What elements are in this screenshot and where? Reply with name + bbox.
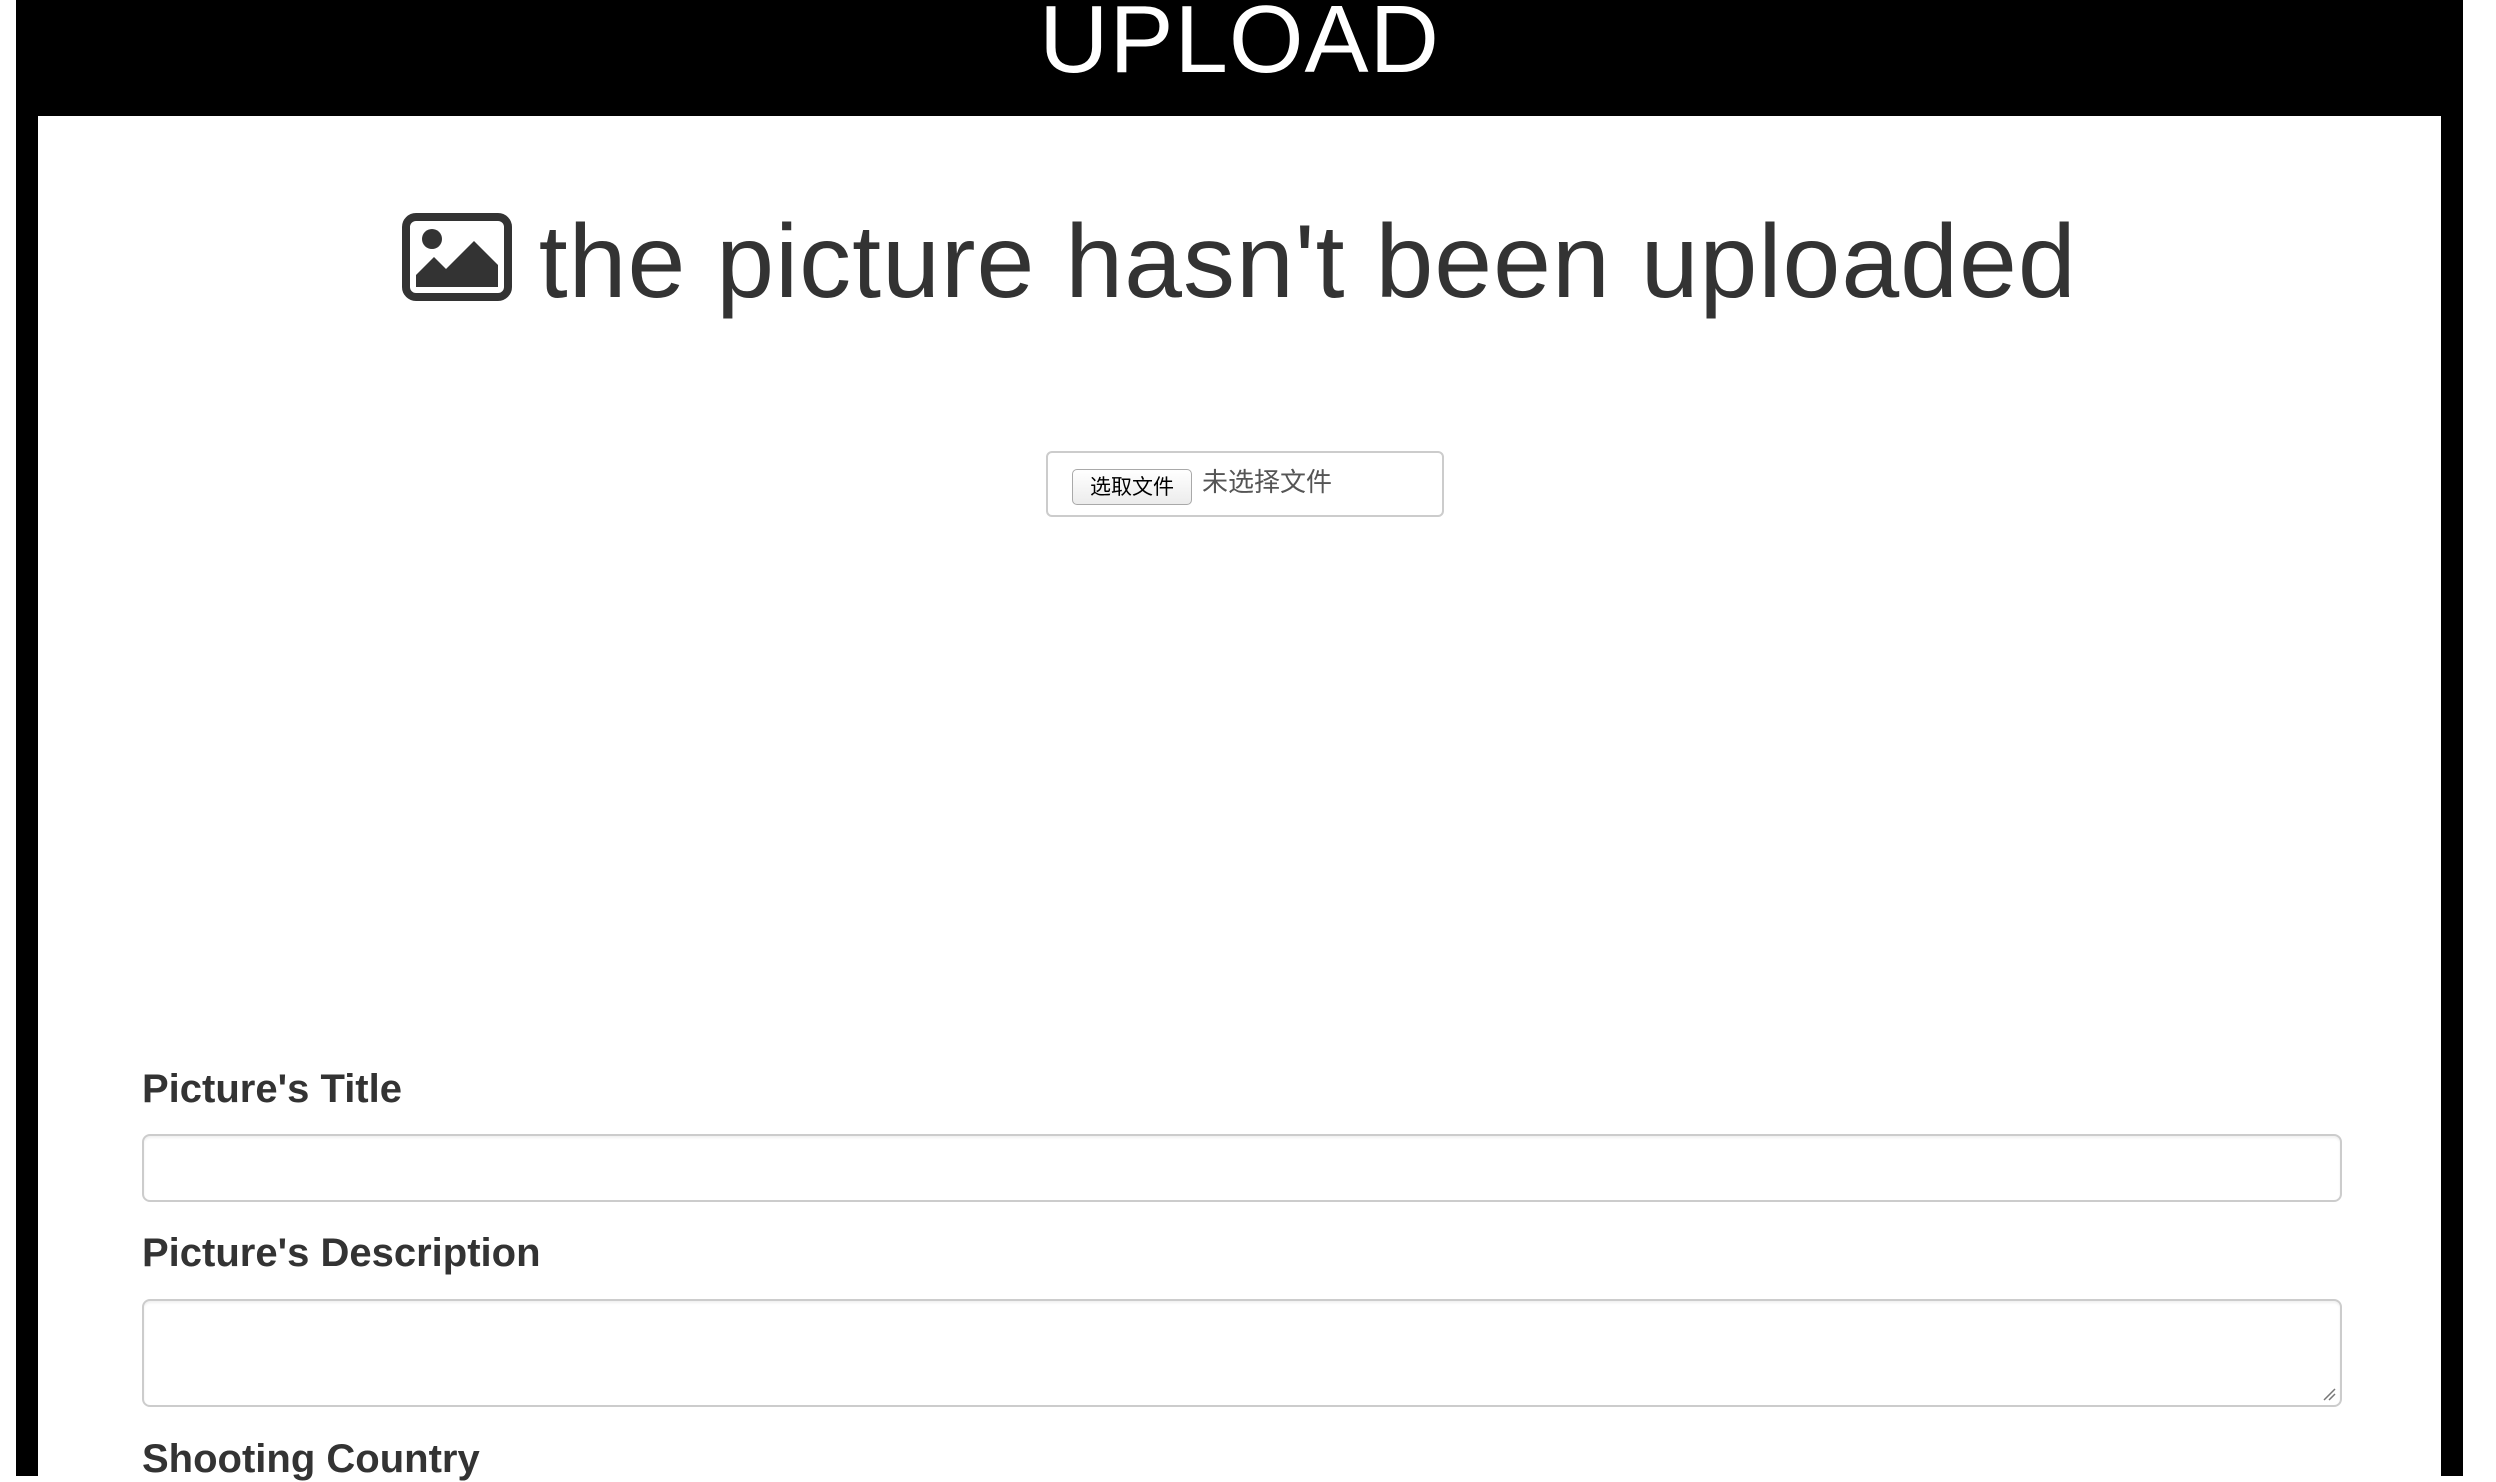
page-title: UPLOAD	[1039, 0, 1440, 93]
file-input[interactable]: 选取文件 未选择文件	[1046, 451, 1444, 517]
upload-status: the picture hasn't been uploaded	[38, 202, 2441, 322]
header-bar: UPLOAD	[16, 0, 2463, 116]
title-input[interactable]	[142, 1134, 2342, 1202]
image-icon	[402, 213, 513, 301]
upload-status-message: the picture hasn't been uploaded	[538, 204, 2077, 320]
page-border-left	[16, 0, 38, 1476]
resize-handle-icon[interactable]	[2322, 1387, 2336, 1401]
upload-panel: the picture hasn't been uploaded 选取文件 未选…	[38, 116, 2441, 1481]
title-label: Picture's Title	[142, 1067, 402, 1111]
upload-page: UPLOAD the picture hasn't been uploaded …	[0, 0, 2496, 1481]
description-textarea[interactable]	[142, 1299, 2342, 1407]
description-label: Picture's Description	[142, 1231, 541, 1275]
choose-file-button[interactable]: 选取文件	[1072, 469, 1192, 505]
country-label: Shooting Country	[142, 1437, 480, 1481]
file-status-text: 未选择文件	[1202, 468, 1333, 498]
page-border-right	[2441, 0, 2463, 1476]
